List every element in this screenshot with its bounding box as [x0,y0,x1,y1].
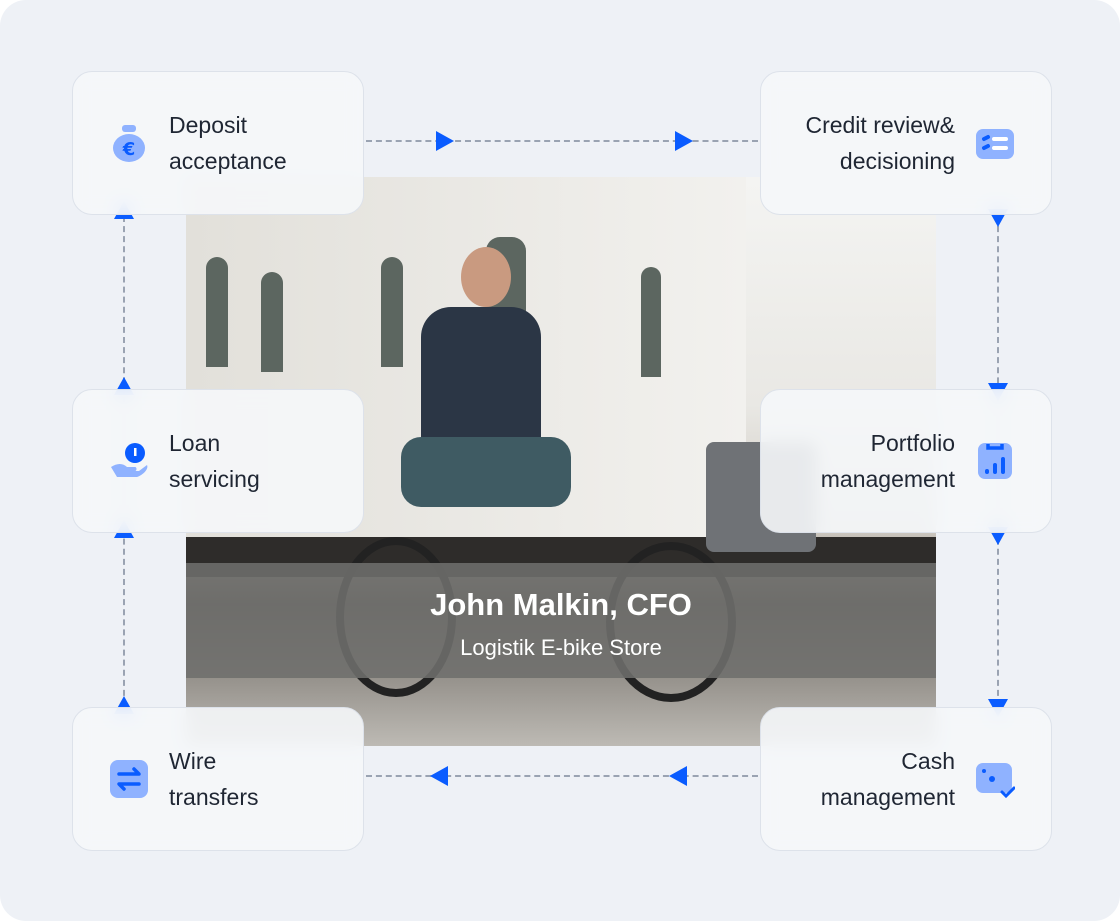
card-title-line2: management [820,466,955,492]
card-title-line2: management [820,784,955,810]
card-wire-transfers[interactable]: Wire transfers [72,707,364,851]
testimonial-name: John Malkin, CFO [430,587,692,622]
card-portfolio-management[interactable]: Portfolio management [760,389,1052,533]
connector-bottom [366,775,758,777]
hand-coin-icon [111,443,148,477]
connector-top [366,140,758,142]
card-title-line1: Cash [901,748,955,774]
card-title-line2: servicing [169,466,260,492]
card-title-line2: transfers [169,784,259,810]
transfer-arrows-icon [110,760,148,798]
card-title-line2: acceptance [169,148,287,174]
card-deposit-acceptance[interactable]: € Deposit acceptance [72,71,364,215]
arrow-right-icon [675,131,693,151]
arrow-left-icon [669,766,687,786]
card-title-line1: Wire [169,748,217,774]
card-cash-management[interactable]: Cash management [760,707,1052,851]
testimonial-caption: John Malkin, CFO Logistik E-bike Store [186,563,936,678]
card-title-line1: Loan [169,430,221,456]
card-title-line1: Credit review& [805,112,955,138]
card-loan-servicing[interactable]: Loan servicing [72,389,364,533]
testimonial-company: Logistik E-bike Store [460,635,662,660]
card-title-line1: Deposit [169,112,247,138]
svg-text:€: € [122,139,136,160]
money-bag-euro-icon: € [113,125,145,162]
card-title-line2: decisioning [839,148,955,174]
arrow-right-icon [436,131,454,151]
checklist-icon [976,129,1014,159]
clipboard-chart-icon [978,443,1012,479]
card-credit-review[interactable]: Credit review& decisioning [760,71,1052,215]
card-check-icon [976,763,1015,799]
card-title-line1: Portfolio [870,430,955,456]
arrow-left-icon [430,766,448,786]
